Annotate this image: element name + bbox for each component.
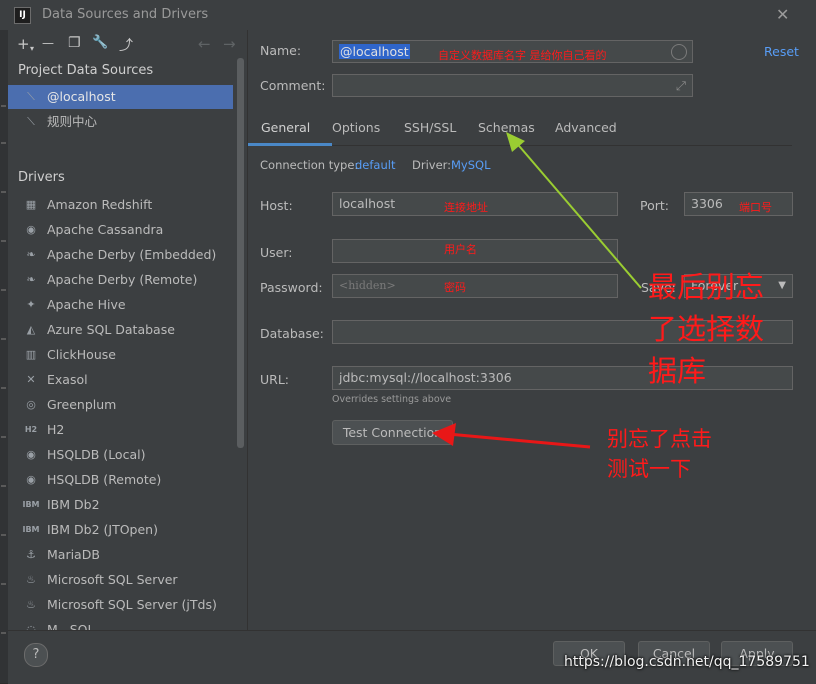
dialog-window: IJ Data Sources and Drivers ✕ + ▾ — ❐ 🔧 … (0, 0, 816, 684)
watermark: https://blog.csdn.net/qq_17589751 (564, 654, 810, 670)
test-annotation-line: 别忘了点击 (607, 427, 712, 451)
schema-annotation-line: 最后别忘 (648, 270, 765, 304)
schema-annotation-line: 了选择数 (648, 312, 765, 346)
test-annotation-line: 测试一下 (607, 457, 691, 481)
test-annotation: 别忘了点击 测试一下 (607, 424, 712, 484)
help-icon[interactable]: ? (24, 643, 48, 667)
schema-annotation-line: 据库 (648, 354, 707, 388)
red-arrow-line (447, 432, 591, 449)
red-arrowhead (432, 423, 456, 446)
schema-annotation: 最后别忘 了选择数 据库 (648, 266, 764, 392)
green-arrow-line (513, 139, 642, 289)
